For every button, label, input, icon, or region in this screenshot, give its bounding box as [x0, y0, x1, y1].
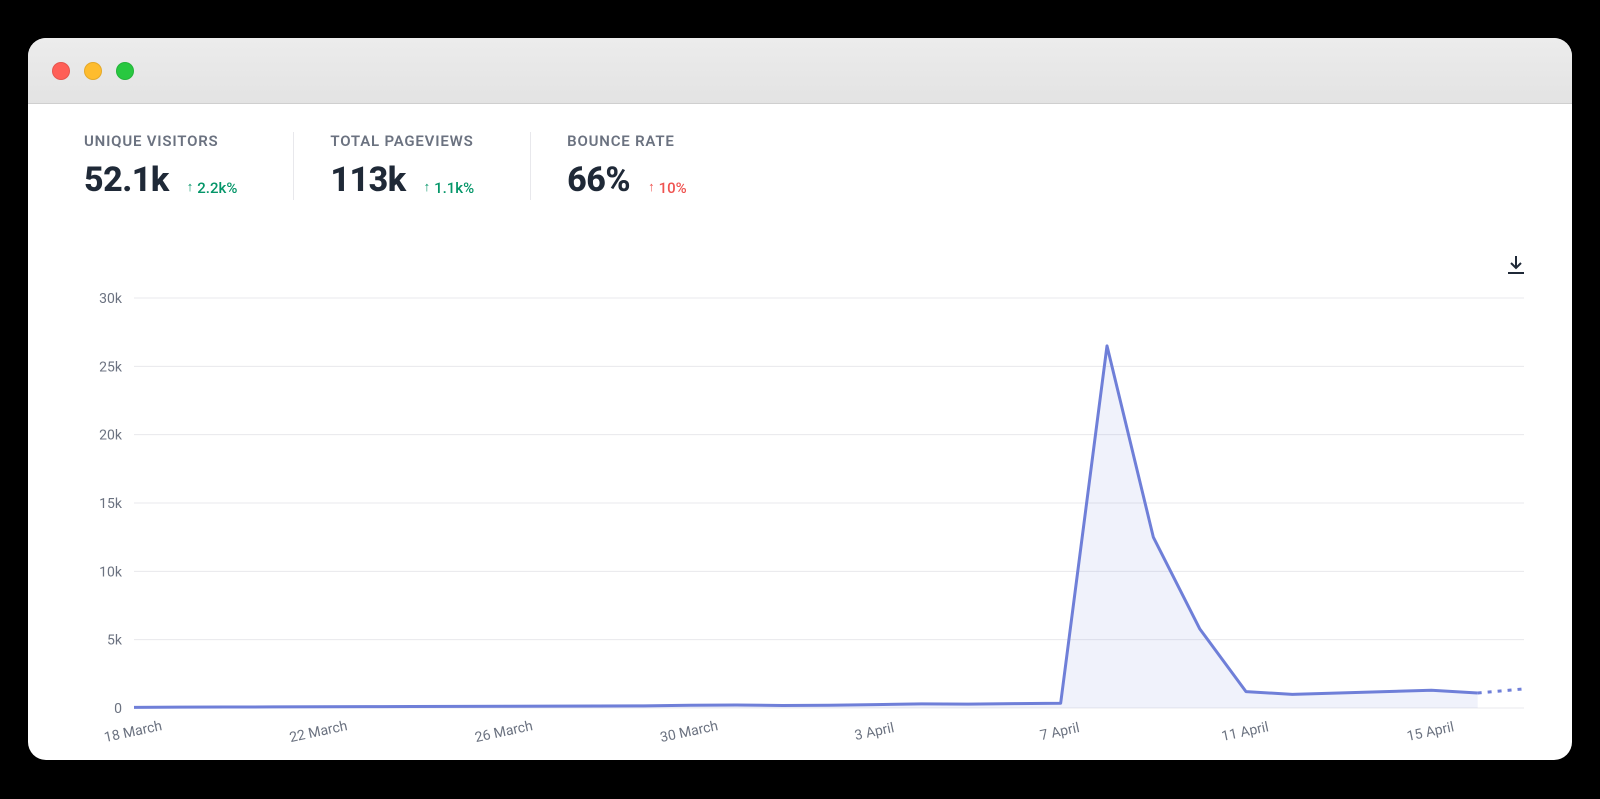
chart-svg: 0 5k 10k 15k 20k 25k 30k 18 March 22 March 26 Mar… [76, 288, 1536, 758]
arrow-up-icon: ↑ [187, 181, 194, 194]
titlebar [28, 38, 1572, 104]
stat-bounce-rate[interactable]: BOUNCE RATE 66% ↑ 10% [567, 132, 743, 200]
svg-text:0: 0 [114, 701, 122, 717]
stat-label: BOUNCE RATE [567, 132, 687, 150]
svg-text:5k: 5k [107, 633, 123, 649]
download-icon [1504, 253, 1528, 277]
svg-text:20k: 20k [99, 428, 123, 444]
arrow-up-icon: ↑ [648, 181, 655, 194]
download-button[interactable] [1504, 253, 1532, 281]
svg-text:3 April: 3 April [853, 720, 895, 744]
chart: 0 5k 10k 15k 20k 25k 30k 18 March 22 March 26 Mar… [76, 288, 1536, 758]
stat-delta-value: 1.1k% [434, 179, 474, 197]
stat-label: TOTAL PAGEVIEWS [330, 132, 474, 150]
stat-value: 66% [567, 160, 630, 200]
stat-delta: ↑ 2.2k% [187, 179, 238, 197]
stat-value: 52.1k [84, 160, 169, 200]
browser-window: UNIQUE VISITORS 52.1k ↑ 2.2k% TOTAL PAGE… [28, 38, 1572, 760]
window-minimize-button[interactable] [84, 62, 102, 80]
stat-delta-value: 2.2k% [197, 179, 237, 197]
stat-label: UNIQUE VISITORS [84, 132, 237, 150]
svg-text:15 April: 15 April [1405, 719, 1455, 745]
arrow-up-icon: ↑ [424, 181, 431, 194]
svg-text:7 April: 7 April [1039, 720, 1081, 744]
stat-delta: ↑ 1.1k% [424, 179, 475, 197]
stat-delta-value: 10% [659, 179, 687, 197]
stat-unique-visitors[interactable]: UNIQUE VISITORS 52.1k ↑ 2.2k% [84, 132, 294, 200]
svg-text:10k: 10k [99, 564, 123, 580]
stat-total-pageviews[interactable]: TOTAL PAGEVIEWS 113k ↑ 1.1k% [330, 132, 531, 200]
window-close-button[interactable] [52, 62, 70, 80]
svg-text:25k: 25k [99, 359, 123, 375]
svg-text:30k: 30k [99, 291, 123, 307]
stat-value: 113k [330, 160, 405, 200]
stats-row: UNIQUE VISITORS 52.1k ↑ 2.2k% TOTAL PAGE… [28, 104, 1572, 212]
stat-delta: ↑ 10% [648, 179, 687, 197]
svg-text:26 March: 26 March [473, 718, 534, 746]
svg-text:22 March: 22 March [288, 718, 349, 746]
svg-text:11 April: 11 April [1220, 719, 1270, 745]
svg-text:18 March: 18 March [103, 718, 164, 746]
svg-text:15k: 15k [99, 496, 123, 512]
window-maximize-button[interactable] [116, 62, 134, 80]
svg-text:30 March: 30 March [659, 718, 720, 746]
